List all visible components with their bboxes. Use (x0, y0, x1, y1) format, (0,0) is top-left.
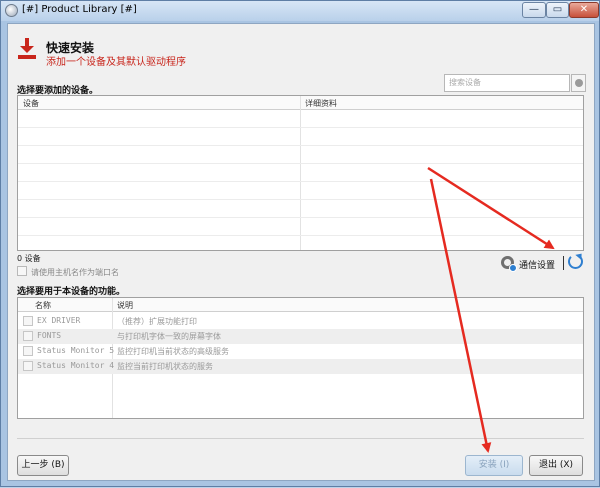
table-row (18, 182, 583, 200)
title-bar[interactable]: [#] Product Library [#] — ▭ ✕ (1, 1, 599, 21)
comm-settings-icon[interactable] (501, 256, 517, 272)
minimize-button[interactable]: — (522, 2, 546, 18)
function-name: Status Monitor 5 (37, 346, 115, 355)
footer-divider (17, 438, 584, 439)
device-count: 0 设备 (17, 254, 41, 263)
app-window: [#] Product Library [#] — ▭ ✕ 快速安装 添加一个设… (0, 0, 600, 487)
function-desc: 与打印机字体一致的屏幕字体 (117, 332, 221, 341)
function-desc: 监控打印机当前状态的高级服务 (117, 347, 229, 356)
function-name: Status Monitor 4 (37, 361, 115, 370)
install-button[interactable]: 安装 (I) (465, 455, 523, 476)
functions-section-label: 选择要用于本设备的功能。 (17, 287, 126, 297)
table-row (18, 110, 583, 128)
function-row[interactable]: Status Monitor 5 监控打印机当前状态的高级服务 (18, 344, 583, 359)
table-row (18, 218, 583, 236)
page-subtitle: 添加一个设备及其默认驱动程序 (46, 57, 186, 68)
function-row[interactable]: FONTS 与打印机字体一致的屏幕字体 (18, 329, 583, 344)
column-header-description[interactable]: 说明 (117, 300, 133, 311)
function-checkbox[interactable] (23, 316, 33, 326)
column-header-name[interactable]: 名称 (35, 300, 51, 311)
column-header-details[interactable]: 详细资料 (305, 98, 337, 109)
function-row[interactable]: Status Monitor 4 监控当前打印机状态的服务 (18, 359, 583, 374)
app-icon (5, 4, 18, 17)
window-title: [#] Product Library [#] (22, 4, 137, 15)
back-button[interactable]: 上一步 (B) (17, 455, 69, 476)
table-row (18, 146, 583, 164)
function-name: FONTS (37, 331, 62, 340)
function-desc: 监控当前打印机状态的服务 (117, 362, 213, 371)
function-checkbox[interactable] (23, 361, 33, 371)
search-clear-button[interactable] (571, 74, 586, 92)
function-desc: （推荐）扩展功能打印 (117, 317, 197, 326)
use-hostname-label: 请使用主机名作为端口名 (31, 268, 119, 277)
close-button[interactable]: ✕ (569, 2, 599, 18)
use-hostname-checkbox[interactable] (17, 266, 27, 276)
function-name: EX DRIVER (37, 316, 81, 325)
clear-icon (575, 79, 583, 87)
function-row[interactable]: EX DRIVER （推荐）扩展功能打印 (18, 314, 583, 329)
search-input[interactable]: 搜索设备 (444, 74, 570, 92)
function-checkbox[interactable] (23, 331, 33, 341)
separator (563, 256, 564, 270)
refresh-icon[interactable] (568, 254, 583, 269)
device-table[interactable]: 设备 详细资料 (17, 95, 584, 251)
function-table[interactable]: 名称 说明 EX DRIVER （推荐）扩展功能打印 FONTS 与打印机字体一… (17, 297, 584, 419)
dialog-body: 快速安装 添加一个设备及其默认驱动程序 选择要添加的设备。 搜索设备 设备 详细… (7, 23, 595, 481)
comm-settings-link[interactable]: 通信设置 (519, 258, 555, 271)
function-table-header: 名称 说明 (18, 298, 583, 312)
column-header-device[interactable]: 设备 (23, 98, 39, 109)
table-row (18, 200, 583, 218)
function-checkbox[interactable] (23, 346, 33, 356)
exit-button[interactable]: 退出 (X) (529, 455, 583, 476)
download-icon (18, 38, 36, 60)
table-row (18, 164, 583, 182)
table-row (18, 128, 583, 146)
maximize-button[interactable]: ▭ (546, 2, 569, 18)
